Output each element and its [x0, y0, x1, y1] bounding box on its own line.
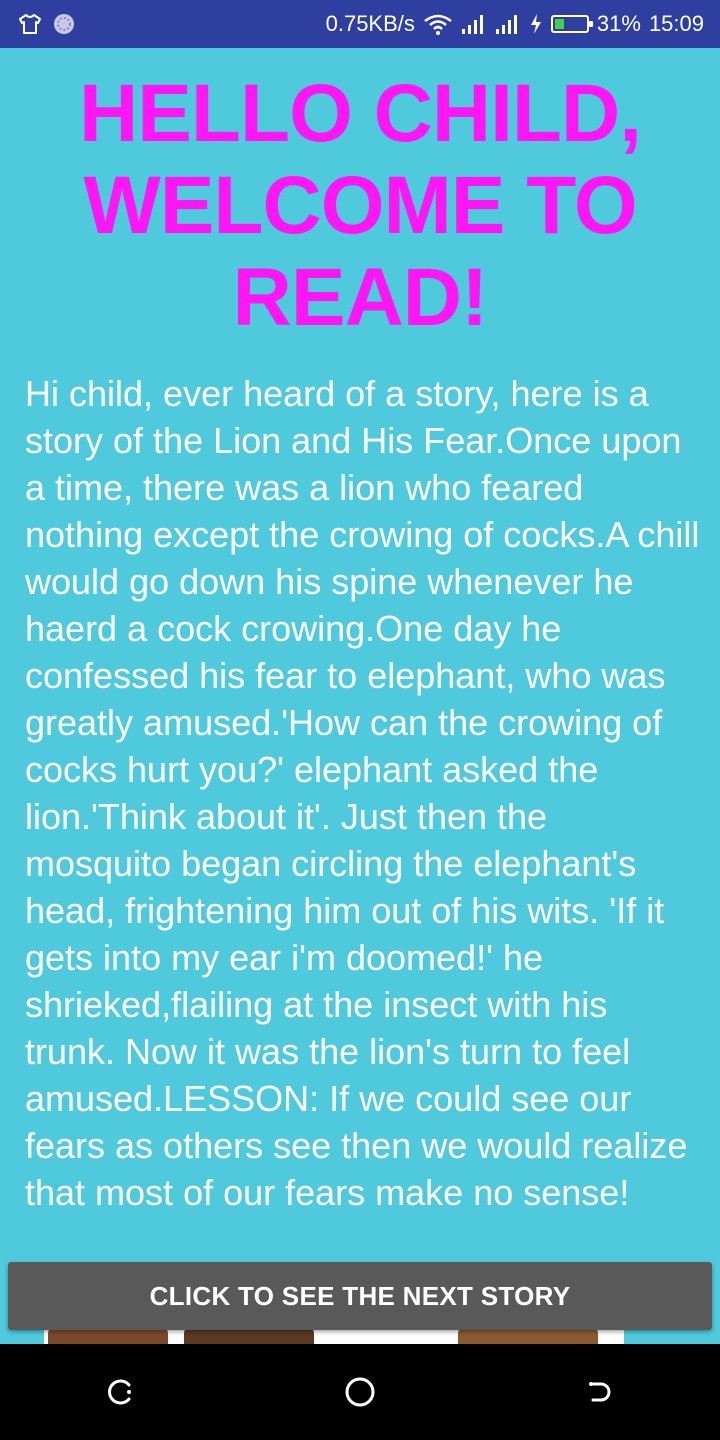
battery-icon — [550, 15, 593, 33]
story-text: Hi child, ever heard of a story, here is… — [25, 373, 700, 1213]
navigation-bar — [0, 1344, 720, 1440]
clock: 15:09 — [648, 11, 704, 36]
signal-icon — [495, 13, 521, 35]
home-icon[interactable] — [330, 1362, 390, 1422]
status-bar: 0.75KB/s 31% 15:09 — [0, 0, 720, 48]
battery-fill — [554, 19, 564, 29]
shirt-icon — [18, 13, 42, 35]
back-icon[interactable] — [570, 1362, 630, 1422]
recents-icon[interactable] — [90, 1362, 150, 1422]
battery-percent: 31% — [596, 11, 641, 36]
page-title: HELLO CHILD, WELCOME TO READ! — [79, 68, 642, 343]
story-screen[interactable]: HELLO CHILD, WELCOME TO READ! Hi child, … — [0, 48, 720, 1344]
status-bar-left — [0, 12, 76, 36]
network-speed: 0.75KB/s — [325, 11, 415, 36]
signal-icon — [461, 13, 487, 35]
next-story-button[interactable]: CLICK TO SEE THE NEXT STORY — [8, 1262, 712, 1330]
sync-icon — [52, 12, 76, 36]
charging-icon — [529, 13, 543, 35]
status-bar-right: 0.75KB/s 31% 15:09 — [326, 11, 720, 37]
wifi-icon — [423, 13, 453, 35]
